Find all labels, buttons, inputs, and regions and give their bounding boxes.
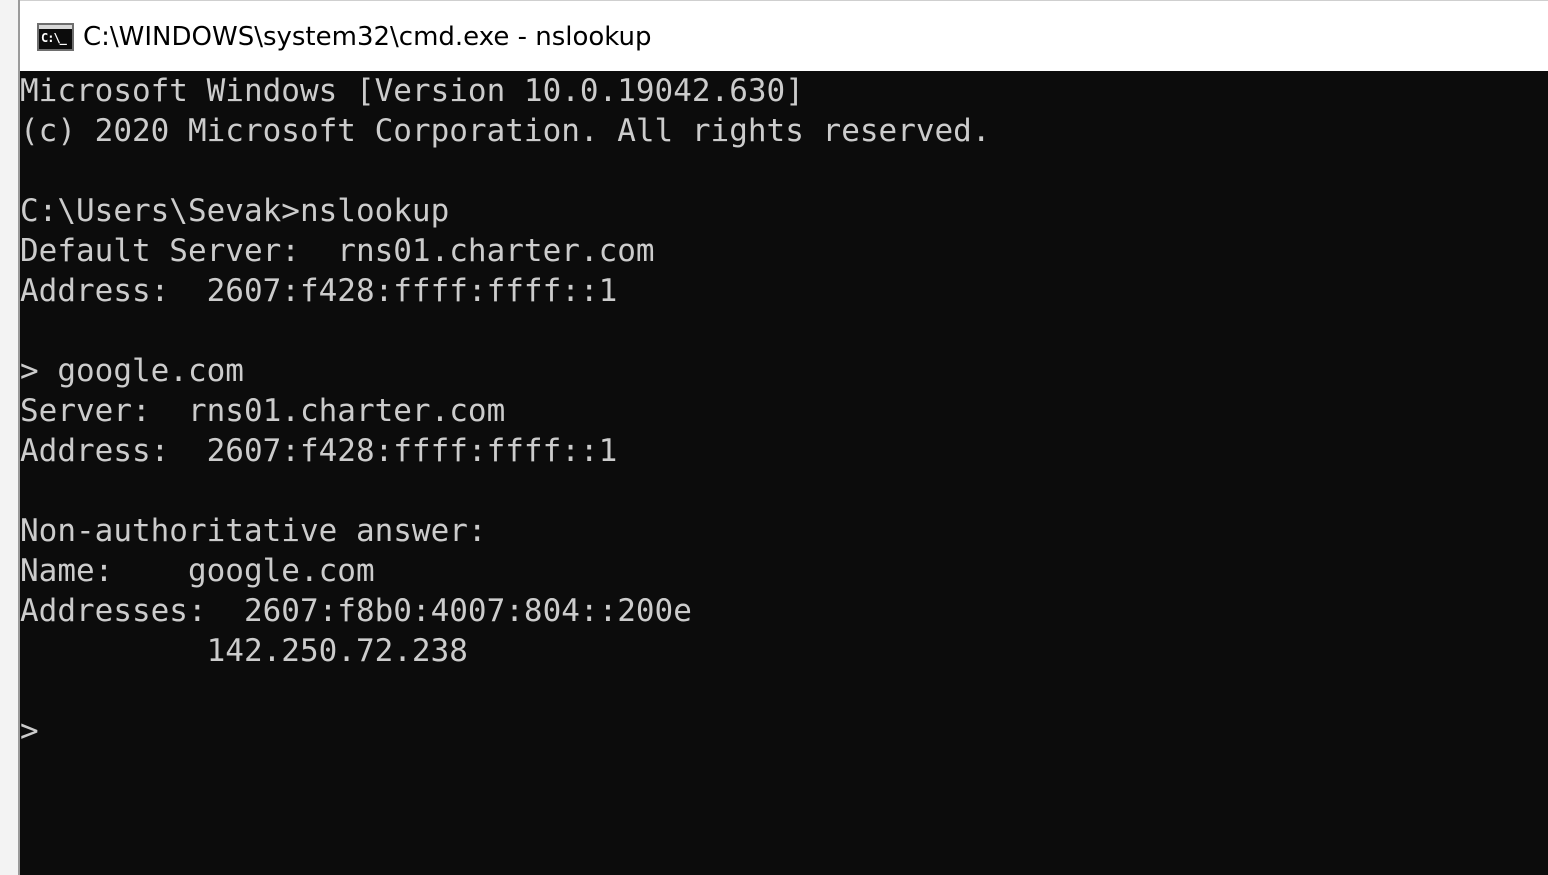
console-line: Server: rns01.charter.com bbox=[20, 393, 506, 429]
console-line: Address: 2607:f428:ffff:ffff::1 bbox=[20, 433, 618, 469]
title-bar[interactable]: C:\_ C:\WINDOWS\system32\cmd.exe - nsloo… bbox=[20, 0, 1548, 72]
console-line: Microsoft Windows [Version 10.0.19042.63… bbox=[20, 73, 804, 109]
console-line: Address: 2607:f428:ffff:ffff::1 bbox=[20, 273, 618, 309]
cmd-icon[interactable]: C:\_ bbox=[37, 23, 74, 51]
console-line: (c) 2020 Microsoft Corporation. All righ… bbox=[20, 113, 991, 149]
cmd-window: C:\_ C:\WINDOWS\system32\cmd.exe - nsloo… bbox=[18, 0, 1548, 875]
cmd-icon-strip bbox=[39, 25, 72, 29]
console-line: Name: google.com bbox=[20, 553, 375, 589]
command-prompt[interactable]: > bbox=[20, 711, 39, 751]
console-line: 142.250.72.238 bbox=[20, 633, 468, 669]
window-title: C:\WINDOWS\system32\cmd.exe - nslookup bbox=[83, 22, 652, 52]
cmd-icon-glyph: C:\_ bbox=[41, 31, 67, 45]
console-output[interactable]: Microsoft Windows [Version 10.0.19042.63… bbox=[20, 71, 1548, 875]
console-line: Addresses: 2607:f8b0:4007:804::200e bbox=[20, 593, 692, 629]
console-line: Default Server: rns01.charter.com bbox=[20, 233, 655, 269]
console-line: Non-authoritative answer: bbox=[20, 513, 487, 549]
console-line: C:\Users\Sevak>nslookup bbox=[20, 193, 450, 229]
console-line: > google.com bbox=[20, 353, 244, 389]
